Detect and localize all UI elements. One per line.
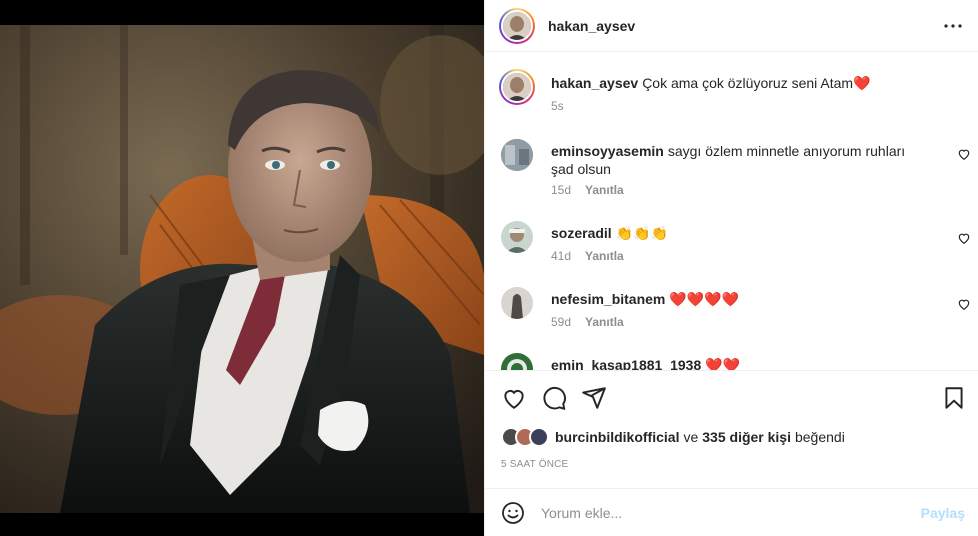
comment-text: eminsoyyasemin saygı özlem minnetle anıyo… xyxy=(551,142,931,178)
comment-item: eminsoyyasemin saygı özlem minnetle anıyo… xyxy=(501,139,971,199)
caption-time[interactable]: 5s xyxy=(551,99,564,113)
save-bookmark-icon[interactable] xyxy=(941,385,967,411)
add-comment-bar: Paylaş xyxy=(485,488,978,536)
reply-button[interactable]: Yanıtla xyxy=(585,183,624,197)
post-media xyxy=(0,0,484,536)
reply-button[interactable]: Yanıtla xyxy=(585,249,624,263)
post-photo[interactable] xyxy=(0,25,484,513)
liker-username[interactable]: burcinbildikofficial xyxy=(555,429,679,445)
comment-avatar[interactable] xyxy=(501,287,533,319)
comment-time[interactable]: 15d xyxy=(551,183,571,197)
author-face-icon xyxy=(503,11,531,40)
comment-avatar[interactable] xyxy=(501,353,533,370)
like-comment-heart-icon[interactable] xyxy=(957,297,971,311)
comment-username[interactable]: eminsoyyasemin xyxy=(551,143,664,159)
like-comment-heart-icon[interactable] xyxy=(957,231,971,245)
liker-avatar xyxy=(529,427,549,447)
comment-time[interactable]: 59d xyxy=(551,315,571,329)
author-avatar[interactable] xyxy=(499,7,535,44)
comment-avatar-image xyxy=(501,353,533,370)
post-comment-button[interactable]: Paylaş xyxy=(921,505,965,521)
likes-suffix: beğendi xyxy=(794,429,845,445)
comment-meta: 59d Yanıtla xyxy=(551,315,624,329)
likes-summary: burcinbildikofficial ve 335 diğer kişi b… xyxy=(501,427,845,447)
post-time-ago[interactable]: 5 SAAT ÖNCE xyxy=(501,459,568,470)
reply-button[interactable]: Yanıtla xyxy=(585,315,624,329)
comment-message: ❤️❤️❤️❤️ xyxy=(669,291,740,307)
caption-text: hakan_aysev Çok ama çok özlüyoruz seni At… xyxy=(551,74,931,92)
comment-item: emin_kasap1881_1938 ❤️❤️ xyxy=(501,353,971,370)
caption-message: Çok ama çok özlüyoruz seni Atam❤️ xyxy=(642,75,871,91)
post-side-panel: hakan_aysev hakan_aysev Çok ama çok özlü… xyxy=(484,0,978,536)
like-comment-heart-icon[interactable] xyxy=(957,147,971,161)
author-avatar-image xyxy=(501,9,533,42)
share-send-icon[interactable] xyxy=(581,385,607,411)
caption-meta: 5s xyxy=(551,99,564,113)
comment-username[interactable]: sozeradil xyxy=(551,225,612,241)
caption-face-icon xyxy=(503,73,531,101)
comment-text: nefesim_bitanem ❤️❤️❤️❤️ xyxy=(551,290,931,308)
comment-item: sozeradil 👏👏👏 41d Yanıtla xyxy=(501,221,971,271)
comment-input[interactable] xyxy=(541,504,901,521)
comment-avatar-image xyxy=(501,221,533,253)
comment-message: 👏👏👏 xyxy=(615,225,668,241)
comment-username[interactable]: emin_kasap1881_1938 xyxy=(551,357,701,370)
likes-connector: ve xyxy=(683,429,699,445)
comment-message: ❤️❤️ xyxy=(705,357,741,370)
portrait-image xyxy=(0,25,484,513)
comment-text: emin_kasap1881_1938 ❤️❤️ xyxy=(551,356,931,370)
like-heart-icon[interactable] xyxy=(501,385,527,411)
comment-time[interactable]: 41d xyxy=(551,249,571,263)
comment-meta: 15d Yanıtla xyxy=(551,183,624,197)
comment-item: nefesim_bitanem ❤️❤️❤️❤️ 59d Yanıtla xyxy=(501,287,971,337)
post-header: hakan_aysev xyxy=(485,0,978,52)
comment-avatar[interactable] xyxy=(501,139,533,171)
author-username[interactable]: hakan_aysev xyxy=(548,18,635,34)
caption-item: hakan_aysev Çok ama çok özlüyoruz seni At… xyxy=(499,69,971,131)
post-actions: burcinbildikofficial ve 335 diğer kişi b… xyxy=(485,370,978,488)
comment-avatar[interactable] xyxy=(501,221,533,253)
caption-avatar-image xyxy=(501,71,533,103)
comment-avatar-image xyxy=(501,287,533,319)
comments-list[interactable]: hakan_aysev Çok ama çok özlüyoruz seni At… xyxy=(485,53,978,370)
comment-meta: 41d Yanıtla xyxy=(551,249,624,263)
emoji-icon[interactable] xyxy=(501,501,525,525)
comment-username[interactable]: nefesim_bitanem xyxy=(551,291,665,307)
comment-text: sozeradil 👏👏👏 xyxy=(551,224,931,242)
comment-avatar-image xyxy=(501,139,533,171)
more-options-icon[interactable] xyxy=(941,14,965,38)
comment-bubble-icon[interactable] xyxy=(541,385,567,411)
liker-avatars xyxy=(501,427,549,447)
likes-others-link[interactable]: 335 diğer kişi xyxy=(702,429,791,445)
caption-username[interactable]: hakan_aysev xyxy=(551,75,638,91)
caption-avatar[interactable] xyxy=(499,69,535,105)
